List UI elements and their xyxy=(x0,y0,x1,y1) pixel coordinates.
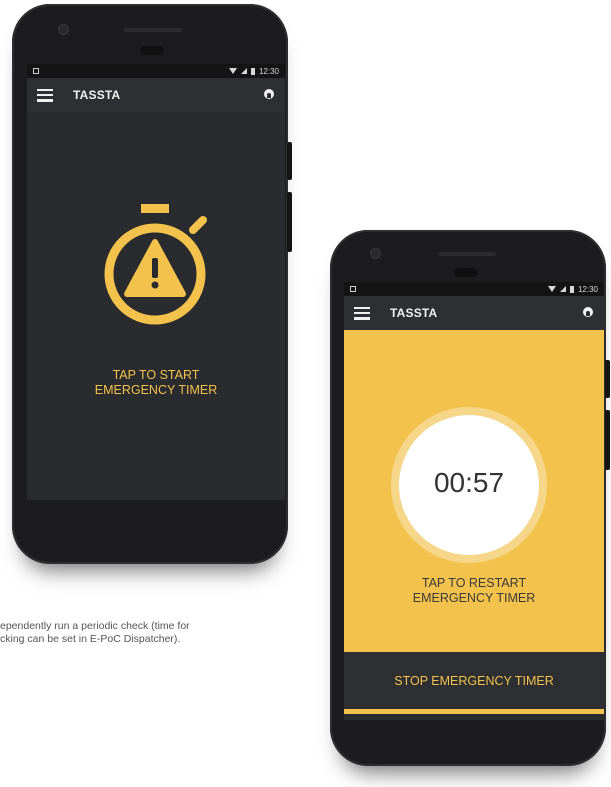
menu-icon[interactable] xyxy=(37,88,53,102)
emergency-timer-panel[interactable]: 00:57 TAP TO RESTART EMERGENCY TIMER xyxy=(344,330,604,652)
proximity-sensor xyxy=(140,46,164,55)
signal-icon xyxy=(240,68,247,74)
earpiece-speaker xyxy=(124,28,182,32)
emergency-timer-start-area[interactable]: TAP TO START EMERGENCY TIMER xyxy=(27,112,285,500)
timer-value: 00:57 xyxy=(433,467,505,498)
stop-emergency-timer-button[interactable]: STOP EMERGENCY TIMER xyxy=(344,652,604,714)
account-icon[interactable] xyxy=(582,307,594,319)
timer-circle: 00:57 xyxy=(399,415,539,555)
power-button xyxy=(605,360,610,398)
caption-line2: cking can be set in E-PoC Dispatcher). xyxy=(0,633,181,645)
start-prompt-line2: EMERGENCY TIMER xyxy=(94,383,218,397)
stopwatch-warning-icon xyxy=(104,204,207,325)
restart-prompt-line1: TAP TO RESTART xyxy=(421,576,527,590)
screen-right: 12:30 TASSTA 00:57 TAP TO RESTART EMERGE… xyxy=(344,282,604,720)
app-title: TASSTA xyxy=(73,88,121,102)
caption: ependently run a periodic check (time fo… xyxy=(0,620,190,646)
status-time: 12:30 xyxy=(258,66,279,76)
volume-button xyxy=(605,410,610,470)
phone-left: 12:30 TASSTA TAP TO START EMERGENCY TIME… xyxy=(12,4,292,564)
app-title: TASSTA xyxy=(390,306,438,320)
notification-icon xyxy=(350,286,356,292)
front-camera xyxy=(58,24,69,35)
account-icon[interactable] xyxy=(263,89,275,101)
app-bar: TASSTA xyxy=(27,78,285,112)
screen-left: 12:30 TASSTA TAP TO START EMERGENCY TIME… xyxy=(27,64,285,500)
volume-button xyxy=(287,192,292,252)
restart-prompt-line2: EMERGENCY TIMER xyxy=(412,591,536,605)
signal-icon xyxy=(559,286,566,292)
earpiece-speaker xyxy=(438,252,496,256)
stop-button-label: STOP EMERGENCY TIMER xyxy=(394,673,554,688)
battery-icon xyxy=(569,285,574,293)
start-prompt: TAP TO START EMERGENCY TIMER xyxy=(27,368,285,398)
phone-right: 12:30 TASSTA 00:57 TAP TO RESTART EMERGE… xyxy=(330,230,610,766)
power-button xyxy=(287,142,292,180)
menu-icon[interactable] xyxy=(354,306,370,320)
status-bar: 12:30 xyxy=(344,282,604,296)
app-bar: TASSTA xyxy=(344,296,604,330)
status-time: 12:30 xyxy=(577,284,598,294)
status-bar: 12:30 xyxy=(27,64,285,78)
caption-line1: ependently run a periodic check (time fo… xyxy=(0,620,190,632)
restart-prompt: TAP TO RESTART EMERGENCY TIMER xyxy=(344,576,604,606)
start-prompt-line1: TAP TO START xyxy=(112,368,200,382)
wifi-icon xyxy=(547,286,556,292)
battery-icon xyxy=(250,67,255,75)
notification-icon xyxy=(33,68,39,74)
proximity-sensor xyxy=(454,268,478,277)
front-camera xyxy=(370,248,381,259)
wifi-icon xyxy=(228,68,237,74)
